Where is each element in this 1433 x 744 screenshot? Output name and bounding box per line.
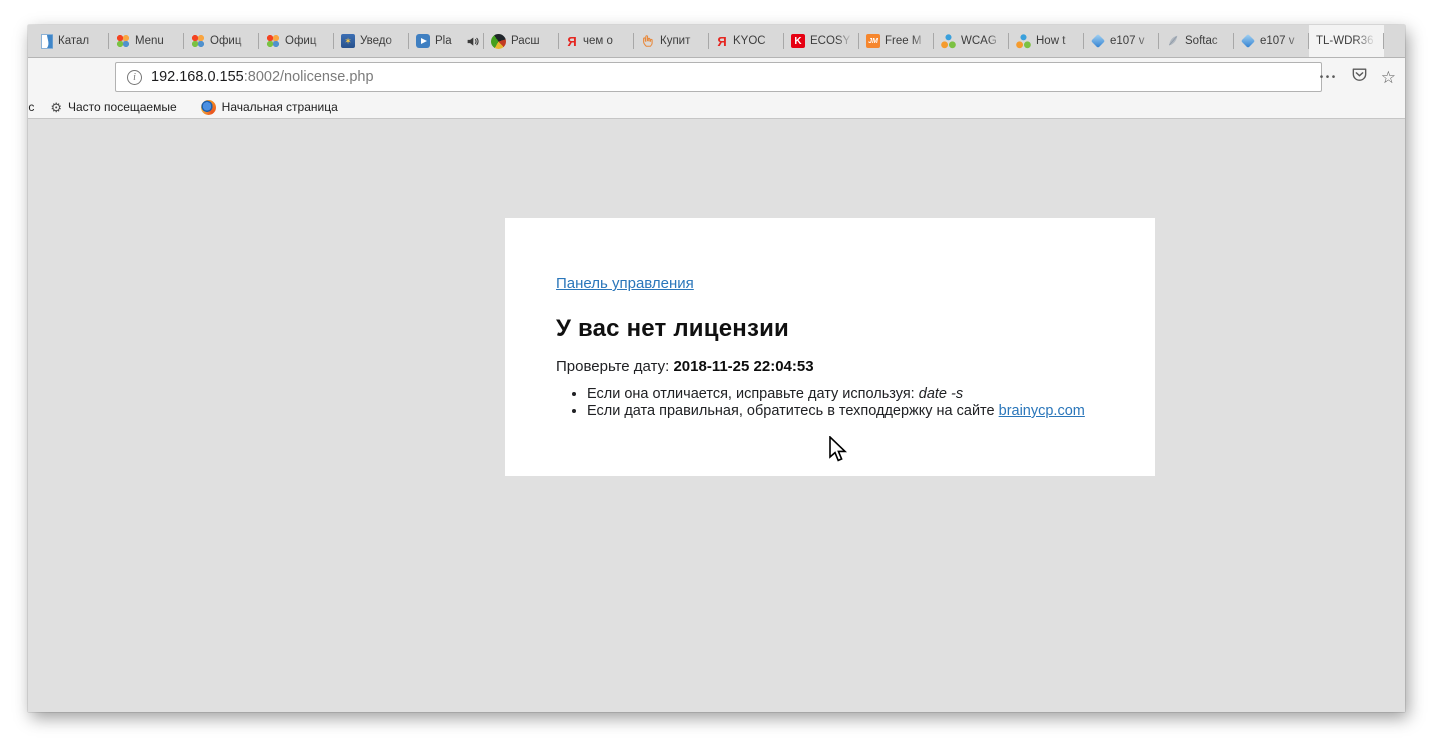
tab-uvedomleniya[interactable]: ✶ Уведо xyxy=(334,25,409,57)
bookmark-star-icon[interactable]: ☆ xyxy=(1381,69,1396,86)
joomla-icon xyxy=(191,34,205,48)
instructions-list: Если она отличается, исправьте дату испо… xyxy=(556,386,1105,420)
bullet2-text: Если дата правильная, обратитесь в техпо… xyxy=(587,403,999,419)
tab-how-to[interactable]: How t xyxy=(1009,25,1084,57)
bullet1-text: Если она отличается, исправьте дату испо… xyxy=(587,386,919,402)
navigation-toolbar: i 192.168.0.155:8002/nolicense.php ••• ☆ xyxy=(28,58,1405,96)
url-path: :8002/nolicense.php xyxy=(244,69,374,85)
joomla-icon xyxy=(266,34,280,48)
tab-label: Softac xyxy=(1185,35,1229,47)
speaker-icon[interactable] xyxy=(465,34,479,48)
check-date-line: Проверьте дату: 2018-11-25 22:04:53 xyxy=(556,358,1105,375)
tab-label: Уведо xyxy=(360,35,404,47)
date-value: 2018-11-25 22:04:53 xyxy=(673,358,813,375)
bookmark-often-visited[interactable]: ⚙ Часто посещаемые xyxy=(42,96,184,118)
circles-triad-icon xyxy=(1016,34,1031,49)
bookmark-label: Часто посещаемые xyxy=(68,100,177,114)
document-icon xyxy=(41,34,53,49)
info-icon[interactable]: i xyxy=(127,70,142,85)
control-panel-link[interactable]: Панель управления xyxy=(556,275,694,292)
feather-icon xyxy=(1166,34,1180,48)
tab-label: e107 v xyxy=(1110,35,1154,47)
address-bar[interactable]: i 192.168.0.155:8002/nolicense.php xyxy=(115,62,1322,92)
play-icon xyxy=(416,34,430,48)
toolbar-actions: ••• ☆ xyxy=(1320,58,1396,96)
circles-triad-icon xyxy=(941,34,956,49)
gear-icon: ⚙ xyxy=(50,101,62,114)
e107-icon xyxy=(1241,34,1255,48)
browser-window: Катал Menu Офиц Офиц ✶ Уведо Pla Р xyxy=(28,25,1405,712)
tab-rasshireniya[interactable]: Расш xyxy=(484,25,559,57)
hand-pointer-icon xyxy=(641,34,655,48)
tab-oficial-1[interactable]: Офиц xyxy=(184,25,259,57)
bookmark-home-page[interactable]: Начальная страница xyxy=(193,96,346,118)
page-actions-icon[interactable]: ••• xyxy=(1320,72,1338,83)
mouse-cursor xyxy=(828,436,852,469)
tab-label: How t xyxy=(1036,35,1079,47)
tab-label: Расш xyxy=(511,35,554,47)
bookmark-label: Начальная страница xyxy=(222,100,338,114)
page-title: У вас нет лицензии xyxy=(556,315,1105,343)
joomlart-icon: JM xyxy=(866,34,880,48)
yandex-icon: Я xyxy=(716,34,728,49)
tab-label: чем о xyxy=(583,35,629,47)
tab-label: Офиц xyxy=(285,35,329,47)
list-item: Если она отличается, исправьте дату испо… xyxy=(587,386,1105,403)
url-text: 192.168.0.155:8002/nolicense.php xyxy=(151,68,374,86)
clipped-bookmark-label[interactable]: :с xyxy=(28,100,34,114)
tab-kupit[interactable]: Купит xyxy=(634,25,709,57)
tab-label: WCAG xyxy=(961,35,1004,47)
tab-label: ECOSY xyxy=(810,35,854,47)
tab-bar: Катал Menu Офиц Офиц ✶ Уведо Pla Р xyxy=(28,25,1405,58)
date-command: date -s xyxy=(919,386,963,402)
page-viewport: Панель управления У вас нет лицензии Про… xyxy=(28,121,1405,712)
tab-label: e107 v xyxy=(1260,35,1304,47)
tab-label: Free M xyxy=(885,35,929,47)
e107-icon xyxy=(1091,34,1105,48)
tab-label: Menu xyxy=(135,35,179,47)
tab-label: Катал xyxy=(58,35,104,47)
tab-label: KYOC xyxy=(733,35,779,47)
tab-e107-2[interactable]: e107 v xyxy=(1234,25,1309,57)
tab-chem-o[interactable]: Я чем о xyxy=(559,25,634,57)
tab-e107-1[interactable]: e107 v xyxy=(1084,25,1159,57)
tab-label: Купит xyxy=(660,35,704,47)
firefox-icon xyxy=(201,100,216,115)
check-date-label: Проверьте дату: xyxy=(556,358,673,375)
kyocera-icon: K xyxy=(791,34,805,48)
url-host: 192.168.0.155 xyxy=(151,69,244,85)
badge-icon: ✶ xyxy=(341,34,355,48)
tab-free-m[interactable]: JM Free M xyxy=(859,25,934,57)
tab-menus[interactable]: Menu xyxy=(109,25,184,57)
tab-label: Офиц xyxy=(210,35,254,47)
brainycp-link[interactable]: brainycp.com xyxy=(999,403,1085,419)
tab-player[interactable]: Pla xyxy=(409,25,484,57)
tab-ecosys[interactable]: K ECOSY xyxy=(784,25,859,57)
extension-icon xyxy=(491,34,506,49)
tab-kyocera-search[interactable]: Я KYOC xyxy=(709,25,784,57)
tab-label: Pla xyxy=(435,35,460,47)
list-item: Если дата правильная, обратитесь в техпо… xyxy=(587,403,1105,420)
pocket-icon[interactable] xyxy=(1351,66,1368,88)
bookmarks-bar: :с ⚙ Часто посещаемые Начальная страница xyxy=(28,96,1405,119)
tab-tl-wdr3600[interactable]: TL-WDR36 xyxy=(1309,25,1384,57)
joomla-icon xyxy=(116,34,130,48)
tab-oficial-2[interactable]: Офиц xyxy=(259,25,334,57)
yandex-icon: Я xyxy=(566,34,578,49)
tab-label: TL-WDR36 xyxy=(1316,35,1379,47)
tab-softaculous[interactable]: Softac xyxy=(1159,25,1234,57)
tab-wcag[interactable]: WCAG xyxy=(934,25,1009,57)
tab-katalog[interactable]: Катал xyxy=(34,25,109,57)
